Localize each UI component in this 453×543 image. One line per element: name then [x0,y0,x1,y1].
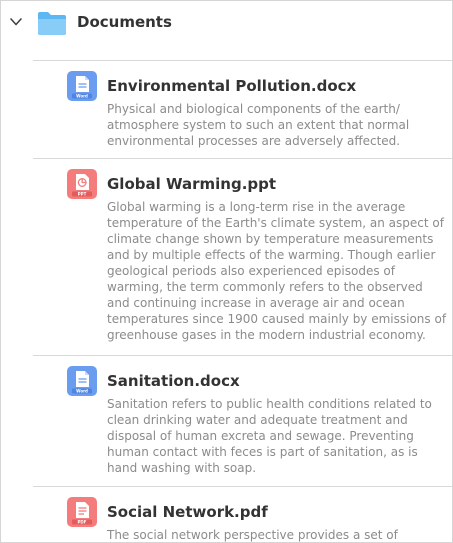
file-name[interactable]: Social Network.pdf [107,503,268,521]
file-description: Physical and biological components of th… [107,102,410,148]
file-name[interactable]: Global Warming.ppt [107,175,276,193]
pdf-file-icon: PDF [67,497,97,527]
word-file-icon: Word [67,71,97,101]
folder-icon [38,12,66,35]
list-item[interactable]: Word Sanitation.docx Sanitation refers t… [1,356,452,486]
word-file-icon: Word [67,366,97,396]
file-tree-panel: Documents Word Environmental Pollution.d… [0,0,453,543]
list-item[interactable]: Word Environmental Pollution.docx Physic… [1,61,452,158]
file-description: Global warming is a long-term rise in th… [107,200,447,342]
folder-name: Documents [77,13,172,31]
file-type-badge: Word [76,389,88,394]
chevron-down-icon[interactable] [9,15,23,29]
powerpoint-file-icon: PPT [67,169,97,199]
folder-row-documents[interactable]: Documents [1,1,452,47]
file-name[interactable]: Sanitation.docx [107,372,240,390]
file-type-badge: PPT [78,192,87,197]
file-description: Sanitation refers to public health condi… [107,397,432,475]
file-name[interactable]: Environmental Pollution.docx [107,77,356,95]
file-type-badge: PDF [78,520,87,525]
file-description: The social network perspective provides … [107,528,398,542]
file-type-badge: Word [76,94,88,99]
list-item[interactable]: PDF Social Network.pdf The social networ… [1,487,452,542]
list-item[interactable]: PPT Global Warming.ppt Global warming is… [1,159,452,355]
